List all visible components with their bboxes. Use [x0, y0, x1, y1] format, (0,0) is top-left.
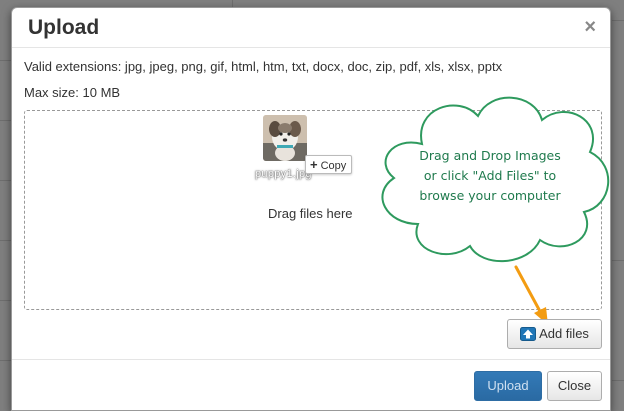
callout-line: browse your computer — [419, 188, 561, 203]
file-thumbnail — [263, 115, 307, 161]
drag-files-hint: Drag files here — [268, 206, 353, 221]
max-size-text: Max size: 10 MB — [24, 85, 121, 100]
dialog-header: Upload × — [12, 8, 610, 48]
add-files-label: Add files — [539, 326, 589, 341]
upload-dialog: Upload × Valid extensions: jpg, jpeg, pn… — [11, 7, 611, 411]
callout-cloud: Drag and Drop Images or click "Add Files… — [366, 86, 610, 274]
callout-line: Drag and Drop Images — [419, 148, 561, 163]
plus-icon: + — [310, 157, 318, 172]
close-icon[interactable]: × — [584, 17, 596, 37]
callout-text: Drag and Drop Images or click "Add Files… — [366, 146, 610, 206]
upload-icon — [520, 327, 537, 341]
callout-line: or click "Add Files" to — [423, 168, 557, 183]
copy-badge: + Copy — [305, 155, 353, 174]
add-files-button[interactable]: Add files — [507, 319, 602, 349]
valid-extensions-text: Valid extensions: jpg, jpeg, png, gif, h… — [24, 59, 503, 74]
upload-button[interactable]: Upload — [474, 371, 542, 401]
dialog-title: Upload — [28, 16, 100, 39]
close-button[interactable]: Close — [547, 371, 602, 401]
copy-label: Copy — [320, 160, 347, 172]
file-name-label: puppy1.jpg — [255, 168, 312, 180]
